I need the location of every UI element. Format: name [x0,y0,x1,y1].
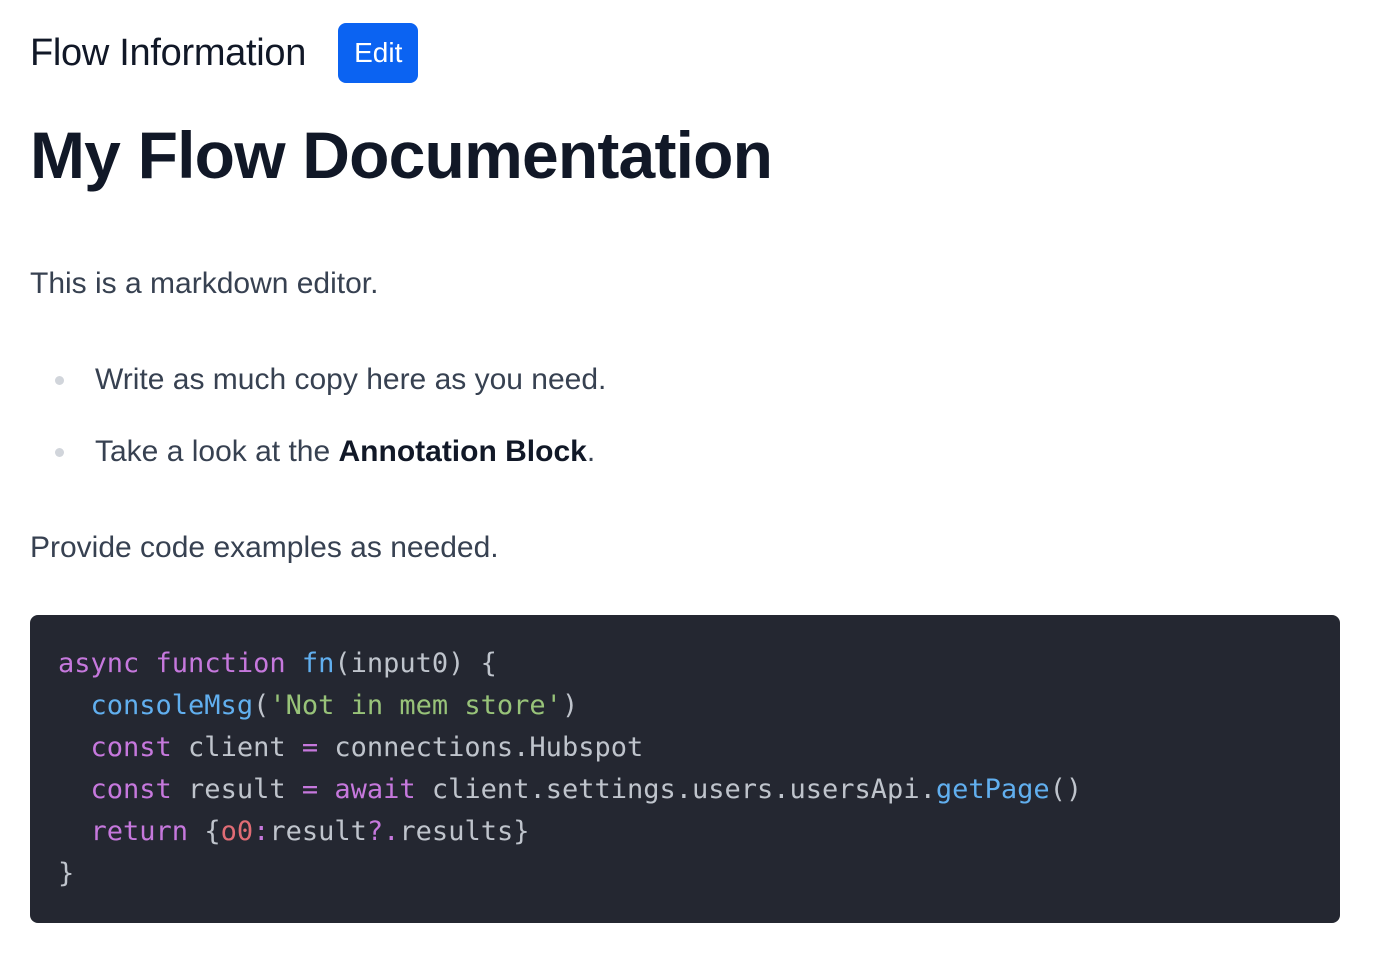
code-token: ?. [366,816,400,847]
list-item-suffix: . [586,435,596,468]
outro-paragraph: Provide code examples as needed. [30,531,499,564]
annotation-block-emphasis: Annotation Block [338,435,587,468]
code-line: const result = await client.settings.use… [58,769,1312,811]
code-token: getPage [935,774,1050,805]
code-token: o0 [220,816,254,847]
code-token: ) [561,690,579,721]
code-token: client [171,732,302,763]
list-item-prefix: Take a look at the [95,435,339,468]
code-token: consoleMsg [90,690,254,721]
code-token: results} [399,816,530,847]
code-token: async [58,648,140,679]
code-token: fn [301,648,335,679]
list-item: Take a look at the Annotation Block. [30,432,606,472]
code-token: function [155,648,286,679]
code-token: = [301,774,319,805]
code-token: await [334,774,416,805]
code-line: const client = connections.Hubspot [58,727,1312,769]
edit-button[interactable]: Edit [338,23,419,83]
bullet-dot-icon [55,448,64,457]
code-line: async function fn(input0) { [58,643,1312,685]
list-item-text: Write as much copy here as you need. [95,363,607,396]
code-token: client.settings.users.usersApi. [415,774,936,805]
code-token: connections.Hubspot [318,732,644,763]
flow-info-header: Flow Information Edit [30,23,419,83]
code-token: return [90,816,189,847]
code-token: () [1049,774,1083,805]
section-title: Flow Information [30,31,307,74]
code-block[interactable]: async function fn(input0) { consoleMsg('… [30,615,1340,923]
code-token: (input0) { [334,648,497,679]
bullet-dot-icon [55,376,64,385]
code-token: : [253,816,270,847]
intro-paragraph: This is a markdown editor. [30,267,379,300]
code-token: 'Not in mem store' [269,690,562,721]
code-token: { [188,816,221,847]
code-token: } [58,858,75,889]
code-line: return {o0:result?.results} [58,811,1312,853]
code-line: consoleMsg('Not in mem store') [58,685,1312,727]
list-item: Write as much copy here as you need. [30,360,606,400]
document-title: My Flow Documentation [30,118,773,192]
code-token: result [171,774,302,805]
code-token: result [269,816,367,847]
code-token: const [90,732,172,763]
code-line: } [58,853,1312,895]
code-token: = [301,732,319,763]
code-token: const [90,774,172,805]
code-token: ( [253,690,270,721]
bullet-list: Write as much copy here as you need. Tak… [30,360,606,472]
